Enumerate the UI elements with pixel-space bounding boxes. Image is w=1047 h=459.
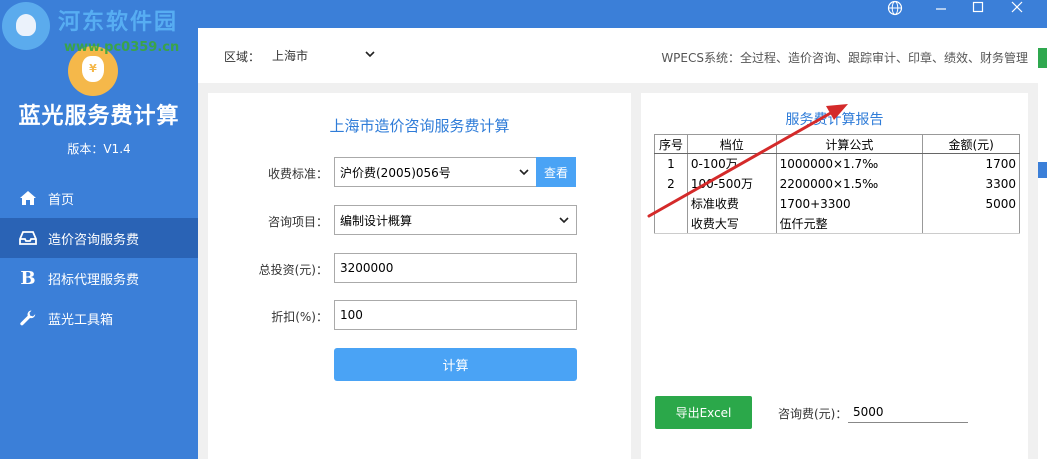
chevron-down-icon xyxy=(518,166,530,181)
top-bar: 区域： 上海市 WPECS系统：全过程、造价咨询、跟踪审计、印章、绩效、财务管理 xyxy=(198,28,1038,83)
watermark-url: www.pc0359.cn xyxy=(64,40,180,55)
maximize-icon[interactable] xyxy=(963,0,993,20)
system-slogan: WPECS系统：全过程、造价咨询、跟踪审计、印章、绩效、财务管理 xyxy=(661,51,1028,65)
region-value: 上海市 xyxy=(272,48,309,63)
report-title: 服务费计算报告 xyxy=(785,112,884,128)
version-label: 版本：V1.4 xyxy=(67,142,131,156)
fee-label: 咨询费(元)： xyxy=(778,407,848,421)
chevron-down-icon xyxy=(558,214,570,229)
sidebar: ¥ 蓝光服务费计算 版本：V1.4 首页 造价咨询服务费 B 招标代理服务费 蓝… xyxy=(0,28,198,459)
region-label: 区域： xyxy=(224,50,261,64)
close-icon[interactable] xyxy=(1002,0,1032,20)
standard-select[interactable]: 沪价费(2005)056号 xyxy=(334,157,537,187)
watermark-title: 河东软件园 xyxy=(58,10,179,35)
globe-icon[interactable] xyxy=(880,0,910,20)
chevron-down-icon xyxy=(364,48,376,63)
sidebar-item-toolbox[interactable]: 蓝光工具箱 xyxy=(0,298,198,338)
sidebar-item-cost-consulting[interactable]: 造价咨询服务费 xyxy=(0,218,198,258)
app-title: 蓝光服务费计算 xyxy=(18,104,180,129)
sidebar-item-label: 招标代理服务费 xyxy=(48,272,140,288)
investment-label: 总投资(元)： xyxy=(258,263,328,277)
fee-value-field[interactable]: 5000 xyxy=(848,401,968,423)
table-row: 收费大写 伍仟元整 xyxy=(654,213,1020,234)
inbox-icon xyxy=(18,228,38,248)
sidebar-item-label: 蓝光工具箱 xyxy=(48,312,114,328)
header-index: 序号 xyxy=(654,134,688,154)
report-table: 序号 档位 计算公式 金额(元) 1 0-100万 1000000×1.7‰ 1… xyxy=(654,134,1020,234)
background-window-edge xyxy=(1038,28,1047,459)
table-header-row: 序号 档位 计算公式 金额(元) xyxy=(654,134,1020,154)
standard-label: 收费标准： xyxy=(267,167,328,181)
watermark: 河东软件园 www.pc0359.cn xyxy=(0,0,200,60)
export-excel-button[interactable]: 导出Excel xyxy=(655,396,752,429)
calculate-button[interactable]: 计算 xyxy=(334,348,577,381)
table-row: 1 0-100万 1000000×1.7‰ 1700 xyxy=(654,153,1020,174)
wrench-icon xyxy=(18,308,38,328)
header-formula: 计算公式 xyxy=(775,134,924,154)
sidebar-item-tender-agency[interactable]: B 招标代理服务费 xyxy=(0,258,198,298)
minimize-icon[interactable] xyxy=(926,0,956,20)
discount-label: 折扣(%)： xyxy=(271,310,328,324)
report-panel: 服务费计算报告 序号 档位 计算公式 金额(元) 1 0-100万 100000… xyxy=(641,93,1028,459)
header-tier: 档位 xyxy=(686,134,777,154)
consulting-item-select[interactable]: 编制设计概算 xyxy=(334,205,577,235)
sidebar-item-label: 造价咨询服务费 xyxy=(48,232,140,248)
item-label: 咨询项目： xyxy=(267,215,328,229)
sidebar-item-home[interactable]: 首页 xyxy=(0,178,198,218)
bold-b-icon: B xyxy=(20,267,36,289)
sidebar-item-label: 首页 xyxy=(48,192,75,208)
form-title: 上海市造价咨询服务费计算 xyxy=(329,117,510,135)
table-row: 2 100-500万 2200000×1.5‰ 3300 xyxy=(654,173,1020,194)
discount-input[interactable]: 100 xyxy=(334,300,577,330)
table-row: 标准收费 1700+3300 5000 xyxy=(654,193,1020,214)
investment-input[interactable]: 3200000 xyxy=(334,253,577,283)
watermark-logo xyxy=(2,2,50,50)
sidebar-nav: 首页 造价咨询服务费 B 招标代理服务费 蓝光工具箱 xyxy=(0,178,198,338)
view-button[interactable]: 查看 xyxy=(536,157,576,187)
calculation-form-panel: 上海市造价咨询服务费计算 收费标准： 沪价费(2005)056号 查看 咨询项目… xyxy=(208,93,631,459)
header-amount: 金额(元) xyxy=(922,134,1020,154)
region-select[interactable]: 上海市 xyxy=(264,42,382,68)
home-icon xyxy=(18,188,38,208)
